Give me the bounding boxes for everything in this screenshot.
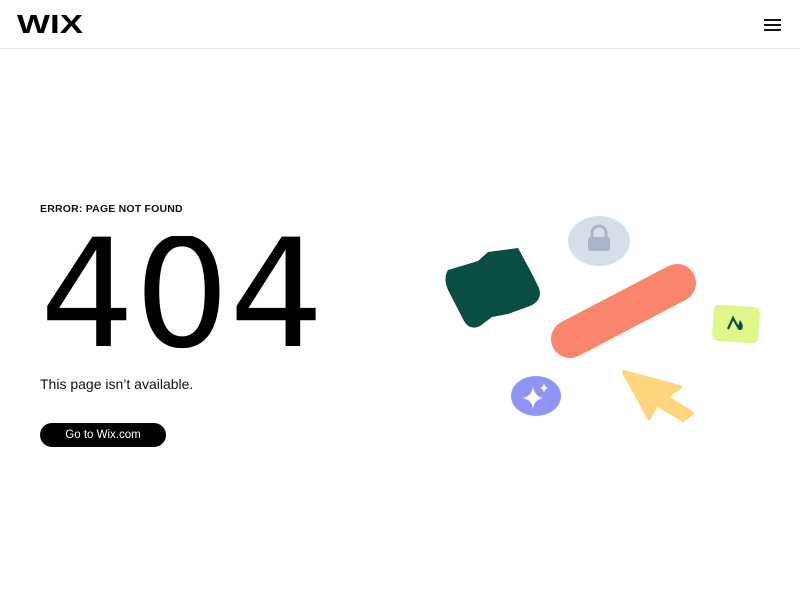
hamburger-menu-icon[interactable] [759,14,785,36]
error-illustration [445,216,760,422]
go-to-wix-button[interactable]: Go to Wix.com [40,423,166,447]
error-label: ERROR: PAGE NOT FOUND [40,203,183,215]
salmon-pill-shape [551,264,696,358]
error-code: 404 [40,236,324,356]
cursor-arrow-icon [622,370,694,422]
mountain-image-icon [712,304,760,344]
site-header: WIX [0,0,800,49]
svg-text:WIX: WIX [17,10,83,38]
error-message: This page isn’t available. [40,376,194,392]
error-page: WIX ERROR: PAGE NOT FOUND 404 This page … [0,0,800,600]
puzzle-blob-shape [445,248,540,328]
lock-icon [568,216,630,266]
wix-logo[interactable]: WIX [17,10,83,38]
svg-text:404: 404 [40,236,324,356]
sparkle-icon [511,376,561,416]
